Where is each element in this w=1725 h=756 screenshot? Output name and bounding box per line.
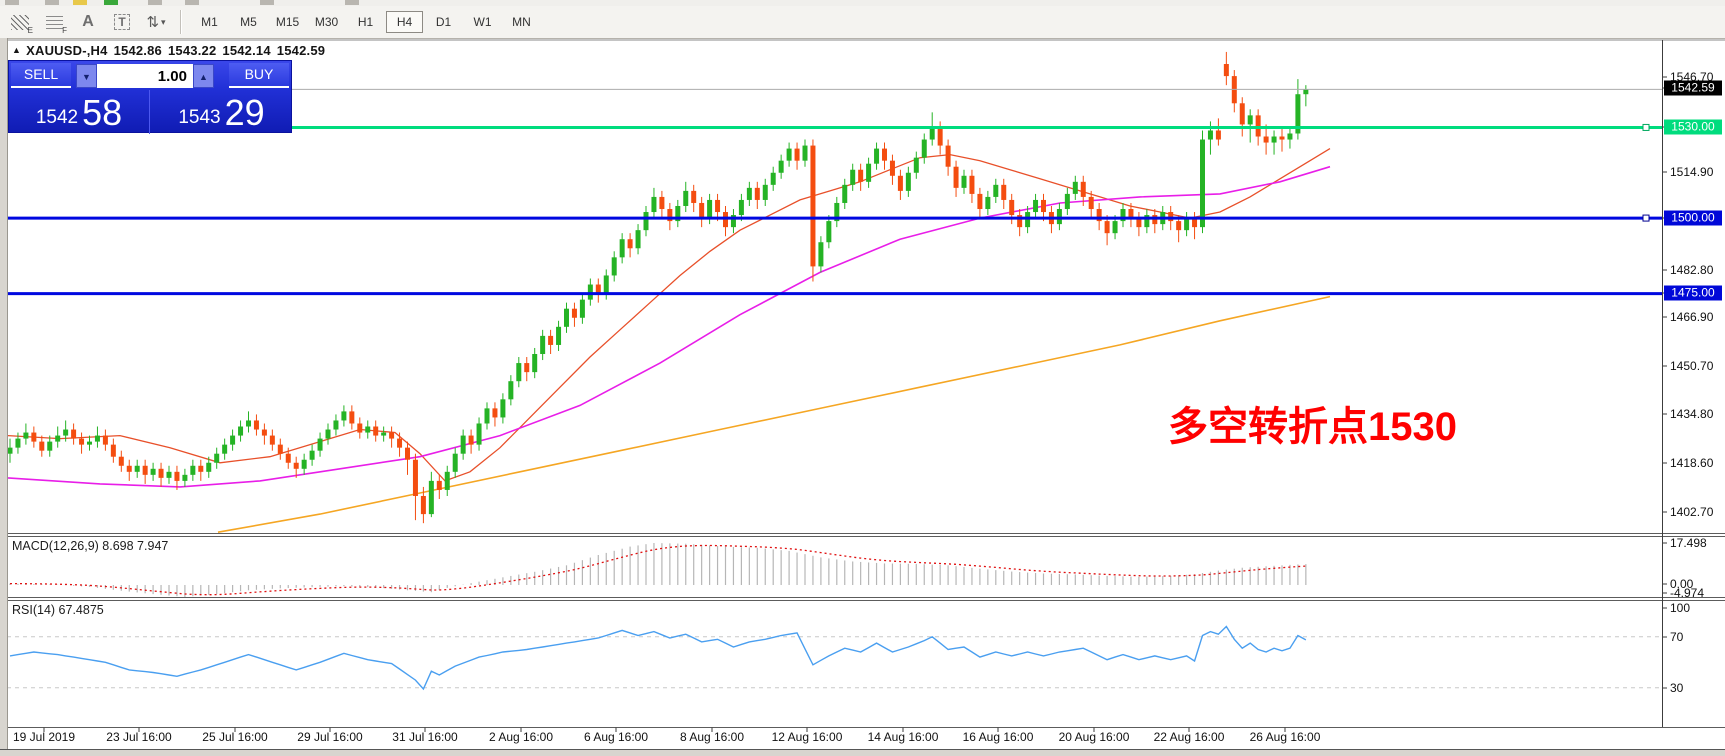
toolbar-icon-remnant bbox=[45, 0, 59, 5]
timeframe-button-h1[interactable]: H1 bbox=[347, 11, 384, 33]
time-axis-label: 2 Aug 16:00 bbox=[489, 730, 553, 744]
toolbar-icon-remnant bbox=[5, 0, 19, 5]
price-axis-label: 1402.70 bbox=[1670, 505, 1713, 519]
ask-price-major: 1543 bbox=[178, 105, 220, 131]
fibonacci-grid-icon[interactable]: F bbox=[40, 9, 68, 35]
toolbar-icon-remnant bbox=[73, 0, 87, 5]
timeframe-button-w1[interactable]: W1 bbox=[464, 11, 501, 33]
low-value: 1542.14 bbox=[222, 43, 270, 58]
window-left-edge bbox=[0, 38, 8, 755]
timeframe-button-m15[interactable]: M15 bbox=[269, 11, 306, 33]
volume-increase-button[interactable]: ▲ bbox=[193, 64, 214, 88]
time-axis-label: 8 Aug 16:00 bbox=[680, 730, 744, 744]
bid-price-pips: 58 bbox=[82, 95, 122, 131]
ask-price[interactable]: 1543 29 bbox=[151, 90, 292, 134]
time-axis-label: 20 Aug 16:00 bbox=[1059, 730, 1130, 744]
price-axis-highlight-label: 1530.00 bbox=[1664, 120, 1722, 135]
time-axis-label: 22 Aug 16:00 bbox=[1154, 730, 1225, 744]
price-axis-label: 1418.60 bbox=[1670, 456, 1713, 470]
chart-text-annotation[interactable]: 多空转折点1530 bbox=[1168, 394, 1457, 452]
time-axis-label: 12 Aug 16:00 bbox=[772, 730, 843, 744]
rsi-indicator-label: RSI(14) 67.4875 bbox=[12, 603, 104, 617]
chart-ohlc-title: ▲ XAUUSD-,H4 1542.86 1543.22 1542.14 1542.59 bbox=[12, 43, 331, 58]
macd-axis-label: 17.498 bbox=[1670, 536, 1707, 550]
time-axis-label: 29 Jul 16:00 bbox=[297, 730, 362, 744]
arrows-tool-icon[interactable]: ⇅▾ bbox=[142, 9, 170, 35]
time-axis-label: 6 Aug 16:00 bbox=[584, 730, 648, 744]
time-axis-label: 23 Jul 16:00 bbox=[106, 730, 171, 744]
line-handle[interactable] bbox=[1643, 215, 1649, 221]
toolbar-separator bbox=[180, 10, 182, 34]
timeframe-button-d1[interactable]: D1 bbox=[425, 11, 462, 33]
time-axis-label: 25 Jul 16:00 bbox=[202, 730, 267, 744]
text-box-icon[interactable]: T bbox=[108, 9, 136, 35]
price-axis-label: 1434.80 bbox=[1670, 407, 1713, 421]
symbol-label: XAUUSD-,H4 bbox=[26, 43, 107, 58]
buy-button[interactable]: BUY bbox=[229, 63, 289, 88]
timeframe-button-mn[interactable]: MN bbox=[503, 11, 540, 33]
price-axis-highlight-label: 1475.00 bbox=[1664, 286, 1722, 301]
text-label-icon[interactable]: A bbox=[74, 9, 102, 35]
price-axis-highlight-label: 1500.00 bbox=[1664, 211, 1722, 226]
high-value: 1543.22 bbox=[168, 43, 216, 58]
volume-input[interactable] bbox=[97, 64, 193, 88]
time-axis-label: 14 Aug 16:00 bbox=[868, 730, 939, 744]
toolbar-icon-remnant bbox=[104, 0, 118, 5]
close-value: 1542.59 bbox=[277, 43, 325, 58]
timeframe-button-m5[interactable]: M5 bbox=[230, 11, 267, 33]
toolbar-icon-remnant bbox=[148, 0, 162, 5]
rsi-axis-label: 30 bbox=[1670, 681, 1683, 695]
trade-controls-row: SELL ▼ ▲ BUY bbox=[9, 61, 291, 90]
volume-decrease-button[interactable]: ▼ bbox=[76, 64, 97, 88]
sell-button[interactable]: SELL bbox=[11, 63, 71, 88]
one-click-trading-panel: SELL ▼ ▲ BUY 1542 58 1543 29 bbox=[8, 60, 292, 133]
rsi-axis-label: 100 bbox=[1670, 601, 1690, 615]
draw-channel-icon[interactable]: E bbox=[6, 9, 34, 35]
timeframe-button-h4[interactable]: H4 bbox=[386, 11, 423, 33]
time-axis-label: 31 Jul 16:00 bbox=[392, 730, 457, 744]
toolbar-icon-remnant bbox=[345, 0, 359, 5]
price-axis-label: 1450.70 bbox=[1670, 359, 1713, 373]
timeframe-button-m1[interactable]: M1 bbox=[191, 11, 228, 33]
toolbar-icon-remnant bbox=[260, 0, 274, 5]
rsi-axis-label: 70 bbox=[1670, 630, 1683, 644]
price-axis-label: 1466.90 bbox=[1670, 310, 1713, 324]
line-handle[interactable] bbox=[1643, 124, 1649, 130]
time-axis-label: 26 Aug 16:00 bbox=[1250, 730, 1321, 744]
timeframe-button-m30[interactable]: M30 bbox=[308, 11, 345, 33]
bid-price-major: 1542 bbox=[36, 105, 78, 131]
price-axis-label: 1514.90 bbox=[1670, 165, 1713, 179]
open-value: 1542.86 bbox=[114, 43, 162, 58]
collapse-triangle-icon[interactable]: ▲ bbox=[12, 45, 21, 55]
ask-price-pips: 29 bbox=[225, 95, 265, 131]
price-axis-label: 1482.80 bbox=[1670, 263, 1713, 277]
macd-indicator-label: MACD(12,26,9) 8.698 7.947 bbox=[12, 539, 168, 553]
price-axis-highlight-label: 1542.59 bbox=[1664, 81, 1722, 96]
time-axis-label: 19 Jul 2019 bbox=[13, 730, 75, 744]
macd-axis-label: -4.974 bbox=[1670, 586, 1704, 600]
time-axis-label: 16 Aug 16:00 bbox=[963, 730, 1034, 744]
toolbar-icon-remnant bbox=[185, 0, 199, 5]
bid-price[interactable]: 1542 58 bbox=[9, 90, 150, 134]
line-studies-toolbar: EFAT⇅▾ M1M5M15M30H1H4D1W1MN bbox=[0, 6, 1725, 39]
